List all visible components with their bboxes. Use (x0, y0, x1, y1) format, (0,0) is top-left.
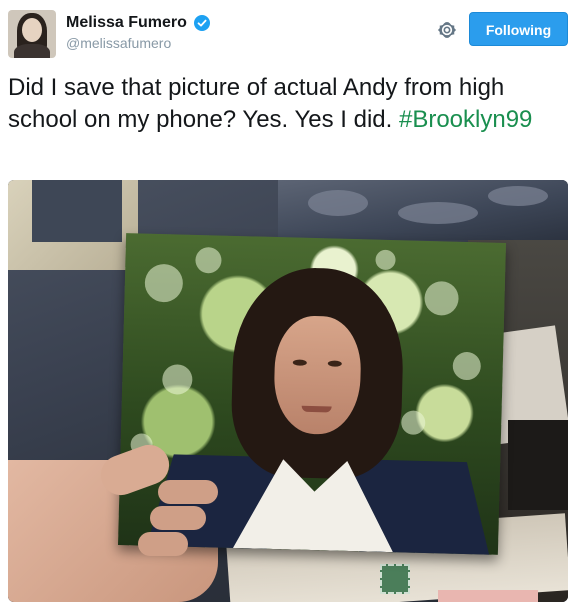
tweet-header: Melissa Fumero @melissafumero Following (0, 0, 576, 66)
gear-icon[interactable] (436, 19, 458, 41)
verified-badge-icon (194, 15, 211, 31)
author-handle[interactable]: @melissafumero (66, 34, 210, 52)
hashtag-link[interactable]: #Brooklyn99 (399, 106, 532, 133)
tweet-text: Did I save that picture of actual Andy f… (8, 72, 568, 136)
following-button[interactable]: Following (469, 12, 568, 46)
avatar[interactable] (8, 10, 56, 58)
author-display-name[interactable]: Melissa Fumero (66, 13, 187, 33)
author-info: Melissa Fumero @melissafumero (66, 13, 211, 52)
tweet-photo[interactable] (8, 180, 568, 602)
